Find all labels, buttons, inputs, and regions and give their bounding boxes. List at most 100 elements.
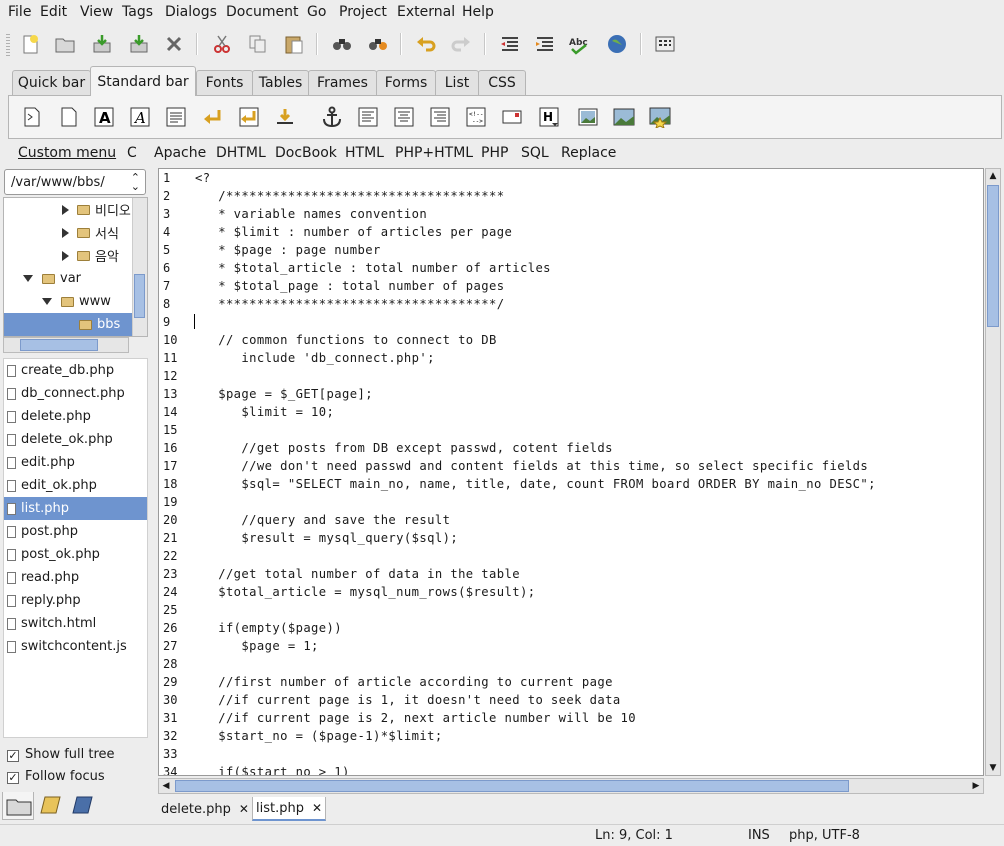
editor-horizontal-scrollbar[interactable]: ◀ ▶ [158,778,984,794]
align-left-icon[interactable] [355,104,381,130]
comment-icon[interactable]: <!-- --> [463,104,489,130]
tree-item-bbs[interactable]: bbs [4,313,132,336]
tree-item-templates[interactable]: 서식 [4,221,132,244]
thumbnail-icon[interactable] [611,104,637,130]
spellcheck-icon[interactable]: Abc [568,32,592,56]
menu-dialogs[interactable]: Dialogs [165,4,217,20]
new-file-icon[interactable] [18,32,42,56]
editor-hscroll-thumb[interactable] [175,780,849,792]
file-item[interactable]: db_connect.php [4,382,147,405]
tab-fonts[interactable]: Fonts [196,70,253,95]
expand-arrow-icon[interactable] [62,227,69,238]
tab-forms[interactable]: Forms [376,70,436,95]
bold-icon[interactable]: A [91,104,117,130]
tree-item-www[interactable]: www [4,290,132,313]
filebrowser-tab[interactable] [2,792,34,820]
menu-help[interactable]: Help [462,4,494,20]
code-editor[interactable]: 1 2 3 4 5 6 7 8 9 10 11 12 13 14 15 16 17 18 19 20 21 22 23 24 2… [158,168,984,776]
custom-menu-docbook[interactable]: DocBook [275,145,337,161]
nbsp-icon[interactable] [272,104,298,130]
unindent-icon[interactable] [498,32,522,56]
file-item[interactable]: read.php [4,566,147,589]
tree-hscroll-thumb[interactable] [20,339,98,351]
quickstart-icon[interactable] [19,104,45,130]
tree-scroll-thumb[interactable] [134,274,145,318]
custom-menu-apache[interactable]: Apache [154,145,206,161]
custom-menu-sql[interactable]: SQL [521,145,549,161]
custom-menu-php[interactable]: PHP [481,145,508,161]
email-icon[interactable] [499,104,525,130]
menu-go[interactable]: Go [307,4,326,20]
tree-item-var[interactable]: var [4,267,132,290]
undo-icon[interactable] [414,32,438,56]
doc-tab-list[interactable]: list.php ✕ [252,797,326,821]
file-item-selected[interactable]: list.php [4,497,147,520]
heading-icon[interactable]: H [536,104,562,130]
file-item[interactable]: post.php [4,520,147,543]
collapse-arrow-icon[interactable] [42,298,52,305]
show-full-tree-checkbox[interactable]: ✓ [7,750,19,762]
file-item[interactable]: post_ok.php [4,543,147,566]
align-right-icon[interactable] [427,104,453,130]
editor-vertical-scrollbar[interactable]: ▲ ▼ [985,168,1001,776]
custom-menu-c[interactable]: C [127,145,137,161]
custom-menu-php-html[interactable]: PHP+HTML [395,145,473,161]
tree-vertical-scrollbar[interactable] [132,198,147,336]
scroll-right-arrow-icon[interactable]: ▶ [969,779,983,793]
file-item[interactable]: delete_ok.php [4,428,147,451]
tab-list[interactable]: List [435,70,479,95]
toolbar-handle[interactable] [6,34,10,56]
expand-arrow-icon[interactable] [62,204,69,215]
custom-menu-html[interactable]: HTML [345,145,384,161]
open-folder-icon[interactable] [53,32,77,56]
menu-external[interactable]: External [397,4,455,20]
path-combobox[interactable]: /var/www/bbs/ ⌃ ⌄ [4,169,146,195]
menu-document[interactable]: Document [226,4,299,20]
menu-edit[interactable]: Edit [40,4,67,20]
break-clear-icon[interactable] [236,104,262,130]
menu-file[interactable]: File [8,4,31,20]
anchor-icon[interactable] [319,104,345,130]
collapse-arrow-icon[interactable] [23,275,33,282]
indent-icon[interactable] [533,32,557,56]
cut-icon[interactable] [210,32,234,56]
align-center-icon[interactable] [391,104,417,130]
copy-icon[interactable] [246,32,270,56]
scroll-left-arrow-icon[interactable]: ◀ [159,779,173,793]
tab-css[interactable]: CSS [478,70,526,95]
editor-vscroll-thumb[interactable] [987,185,999,327]
paragraph-icon[interactable] [163,104,189,130]
tab-standard-bar[interactable]: Standard bar [90,66,196,96]
image-icon[interactable] [575,104,601,130]
file-item[interactable]: delete.php [4,405,147,428]
file-item[interactable]: edit.php [4,451,147,474]
custom-menu-dhtml[interactable]: DHTML [216,145,266,161]
tree-item-music[interactable]: 음악 [4,244,132,267]
italic-icon[interactable]: A [127,104,153,130]
scroll-down-arrow-icon[interactable]: ▼ [986,761,1000,775]
replace-icon[interactable] [366,32,390,56]
save-icon[interactable] [90,32,114,56]
bookmarks-tab[interactable] [35,792,66,818]
tree-item-video[interactable]: 비디오 [4,198,132,221]
menu-project[interactable]: Project [339,4,387,20]
doc-tab-delete[interactable]: delete.php ✕ [158,797,250,821]
file-item[interactable]: switch.html [4,612,147,635]
documentation-tab[interactable] [67,792,98,818]
menu-tags[interactable]: Tags [122,4,153,20]
custom-menu-replace[interactable]: Replace [561,145,616,161]
tab-frames[interactable]: Frames [308,70,377,95]
break-icon[interactable] [200,104,226,130]
find-icon[interactable] [330,32,354,56]
save-as-icon[interactable] [127,32,151,56]
custom-menu-title[interactable]: Custom menu [18,145,116,161]
redo-icon[interactable] [449,32,473,56]
close-tab-icon[interactable]: ✕ [239,802,249,816]
follow-focus-checkbox[interactable]: ✓ [7,772,19,784]
body-icon[interactable] [56,104,82,130]
char-map-icon[interactable] [653,32,677,56]
close-icon[interactable] [162,32,186,56]
multi-thumbnail-icon[interactable] [647,104,673,130]
file-item[interactable]: create_db.php [4,359,147,382]
globe-preview-icon[interactable] [605,32,629,56]
